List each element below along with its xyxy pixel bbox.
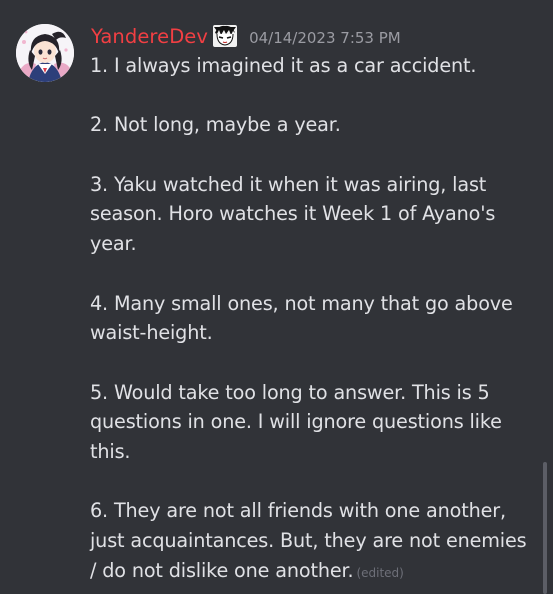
edited-label: (edited) bbox=[356, 565, 404, 580]
message-paragraph-3: 3. Yaku watched it when it was airing, l… bbox=[90, 172, 496, 256]
message-paragraph-5: 5. Would take too long to answer. This i… bbox=[90, 380, 502, 464]
message-header: YandereDev 04/14/2023 7:53 PM bbox=[91, 20, 401, 52]
message-paragraph-2: 2. Not long, maybe a year. bbox=[90, 113, 341, 137]
message-timestamp: 04/14/2023 7:53 PM bbox=[249, 28, 401, 47]
message-paragraph-4: 4. Many small ones, not many that go abo… bbox=[90, 291, 513, 345]
message-paragraph-6: 6. They are not all friends with one ano… bbox=[90, 496, 530, 588]
message-content: 1. I always imagined it as a car acciden… bbox=[90, 51, 530, 589]
scrollbar-thumb[interactable] bbox=[543, 462, 547, 594]
anime-girl-avatar-icon bbox=[16, 24, 74, 82]
anime-character-role-icon[interactable] bbox=[212, 24, 238, 48]
user-avatar[interactable] bbox=[16, 24, 74, 82]
message-paragraph-1: 1. I always imagined it as a car acciden… bbox=[90, 54, 477, 77]
message-paragraph-6-text: 6. They are not all friends with one ano… bbox=[90, 499, 527, 582]
username[interactable]: YandereDev bbox=[91, 25, 208, 48]
chat-message: YandereDev 04/14/2023 7:53 PM 1. I alway… bbox=[0, 0, 553, 594]
